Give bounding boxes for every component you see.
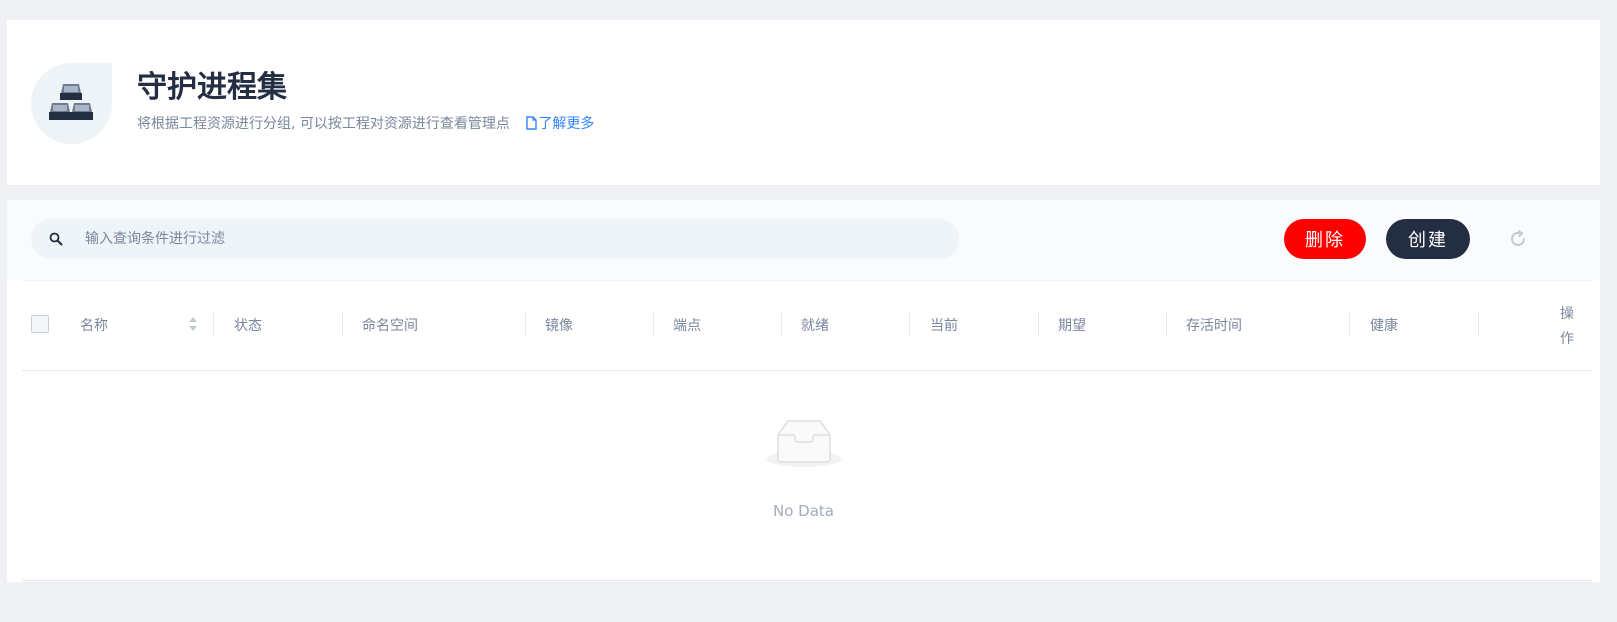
search-box[interactable] — [31, 219, 959, 259]
table-bottom-border — [22, 580, 1592, 581]
column-header-operations: 操作 — [1560, 306, 1574, 347]
learn-more-label: 了解更多 — [538, 116, 595, 132]
column-header-status: 状态 — [234, 318, 262, 334]
column-header-desired: 期望 — [1058, 318, 1086, 334]
page-icon-container — [31, 63, 112, 144]
page-title: 守护进程集 — [137, 70, 287, 105]
column-divider — [1349, 313, 1350, 337]
column-header-endpoints: 端点 — [673, 318, 701, 334]
empty-state — [7, 371, 1600, 571]
column-header-health: 健康 — [1370, 318, 1398, 334]
column-divider — [213, 313, 214, 337]
column-divider — [1166, 313, 1167, 337]
page-header: 守护进程集 将根据工程资源进行分组, 可以按工程对资源进行查看管理点 了解更多 — [7, 20, 1600, 185]
table-header: 名称 状态 命名空间 镜像 端点 就绪 当前 期望 存活时间 健康 操作 — [22, 280, 1592, 371]
column-divider — [525, 313, 526, 337]
resource-list-panel: 删除 创建 名称 状态 命名空间 镜像 端点 就绪 当前 期望 存活时间 — [7, 200, 1600, 582]
page-description: 将根据工程资源进行分组, 可以按工程对资源进行查看管理点 了解更多 — [137, 113, 594, 133]
column-divider — [781, 313, 782, 337]
column-header-namespace: 命名空间 — [362, 318, 418, 334]
empty-state-text: No Data — [773, 502, 834, 520]
page-description-text: 将根据工程资源进行分组, 可以按工程对资源进行查看管理点 — [137, 116, 510, 132]
column-divider — [342, 313, 343, 337]
toolbar: 删除 创建 — [7, 200, 1600, 280]
inbox-icon — [766, 420, 842, 467]
create-button[interactable]: 创建 — [1386, 219, 1470, 259]
document-icon — [526, 116, 538, 130]
column-divider — [1478, 313, 1479, 337]
cluster-blocks-icon — [49, 84, 93, 120]
refresh-icon[interactable] — [1508, 229, 1528, 249]
column-header-name[interactable]: 名称 — [80, 281, 108, 372]
column-divider — [653, 313, 654, 337]
column-header-ready: 就绪 — [801, 318, 829, 334]
sort-icon[interactable] — [188, 316, 198, 332]
delete-button[interactable]: 删除 — [1284, 219, 1366, 259]
learn-more-link[interactable]: 了解更多 — [526, 116, 594, 132]
select-all-checkbox[interactable] — [31, 315, 49, 333]
column-header-age: 存活时间 — [1186, 318, 1242, 334]
search-icon — [49, 232, 63, 246]
column-header-current: 当前 — [930, 318, 958, 334]
column-divider — [1038, 313, 1039, 337]
search-input[interactable] — [85, 219, 935, 259]
column-divider — [909, 313, 910, 337]
column-header-image: 镜像 — [545, 318, 573, 334]
